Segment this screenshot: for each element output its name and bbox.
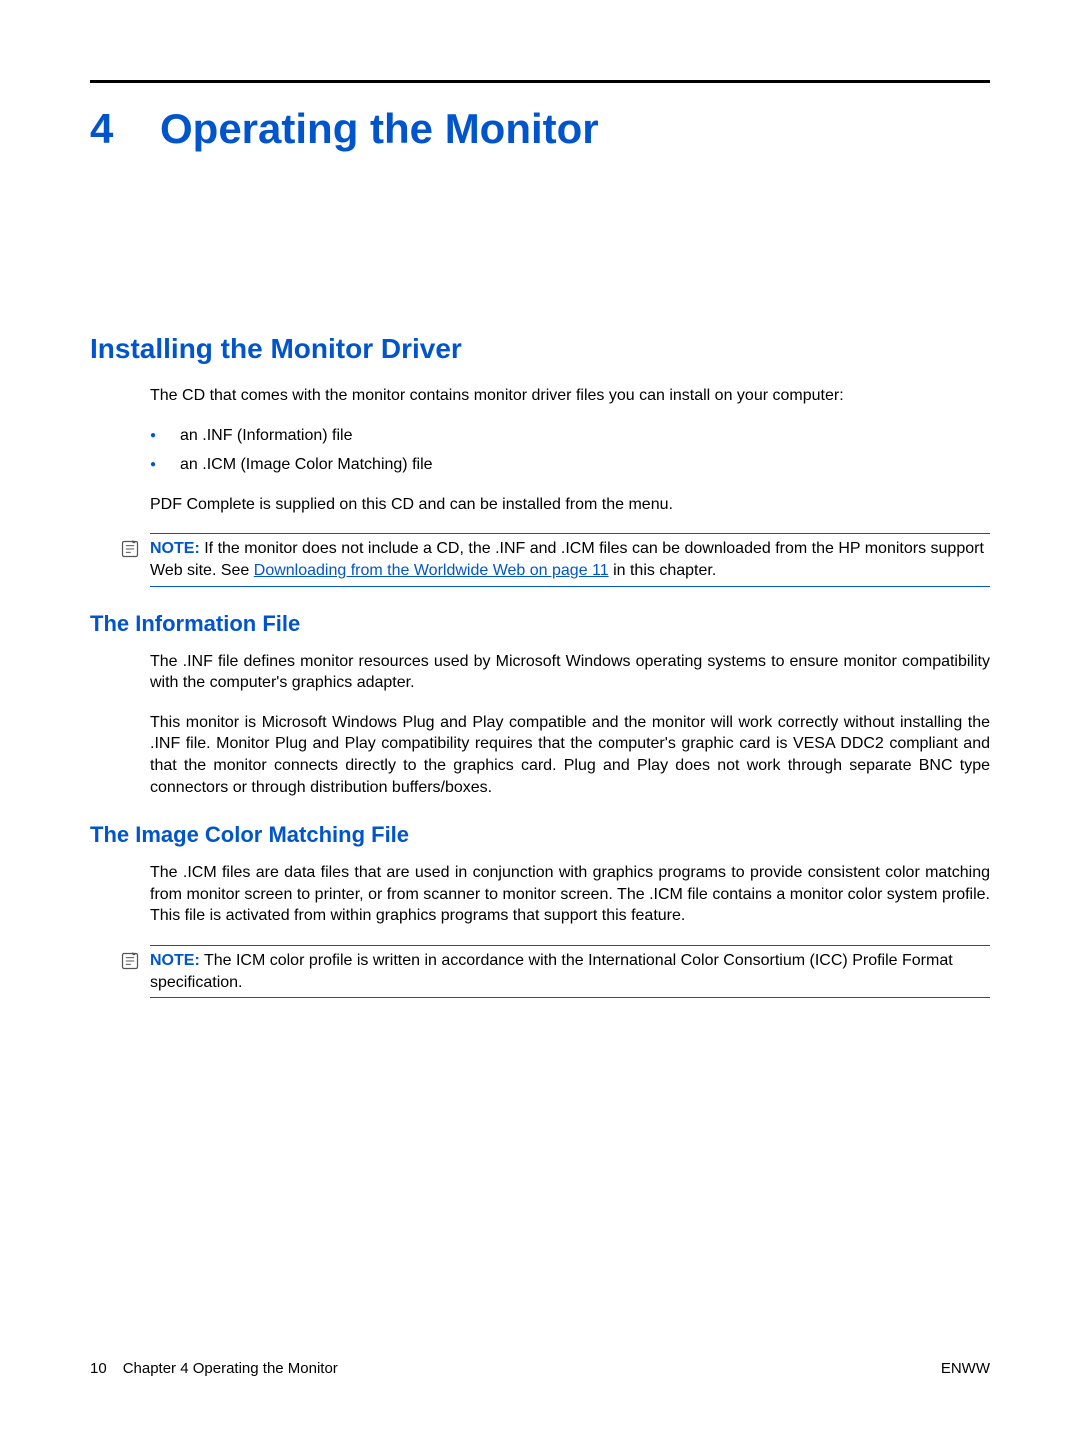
pdf-complete-paragraph: PDF Complete is supplied on this CD and …: [150, 494, 990, 516]
chapter-number: 4: [90, 105, 160, 153]
chapter-heading: 4 Operating the Monitor: [90, 105, 990, 153]
icm-file-p1: The .ICM files are data files that are u…: [150, 862, 990, 927]
top-rule: [90, 80, 990, 83]
list-item: an .ICM (Image Color Matching) file: [150, 454, 990, 476]
footer-chapter-ref: Chapter 4 Operating the Monitor: [123, 1360, 338, 1377]
chapter-title: Operating the Monitor: [160, 105, 599, 153]
footer-right: ENWW: [941, 1360, 990, 1377]
driver-files-list: an .INF (Information) file an .ICM (Imag…: [150, 425, 990, 476]
download-link[interactable]: Downloading from the Worldwide Web on pa…: [254, 562, 609, 579]
section-icm-file-heading: The Image Color Matching File: [90, 822, 990, 848]
note-label: NOTE:: [150, 540, 200, 557]
intro-paragraph: The CD that comes with the monitor conta…: [150, 385, 990, 407]
note-content: NOTE: The ICM color profile is written i…: [150, 945, 990, 998]
section-information-file-heading: The Information File: [90, 611, 990, 637]
list-item: an .INF (Information) file: [150, 425, 990, 447]
note-block: NOTE: The ICM color profile is written i…: [120, 945, 990, 998]
info-file-p2: This monitor is Microsoft Windows Plug a…: [150, 712, 990, 798]
note-content: NOTE: If the monitor does not include a …: [150, 533, 990, 586]
section-installing-driver-heading: Installing the Monitor Driver: [90, 333, 990, 365]
note-icon: [120, 539, 144, 564]
info-file-p1: The .INF file defines monitor resources …: [150, 651, 990, 694]
page-number: 10: [90, 1360, 107, 1377]
note-icon: [120, 951, 144, 976]
note-label: NOTE:: [150, 952, 200, 969]
note-block: NOTE: If the monitor does not include a …: [120, 533, 990, 586]
note-text-after: in this chapter.: [609, 562, 717, 579]
note-text: The ICM color profile is written in acco…: [150, 952, 953, 991]
page-footer: 10 Chapter 4 Operating the Monitor ENWW: [90, 1360, 990, 1377]
